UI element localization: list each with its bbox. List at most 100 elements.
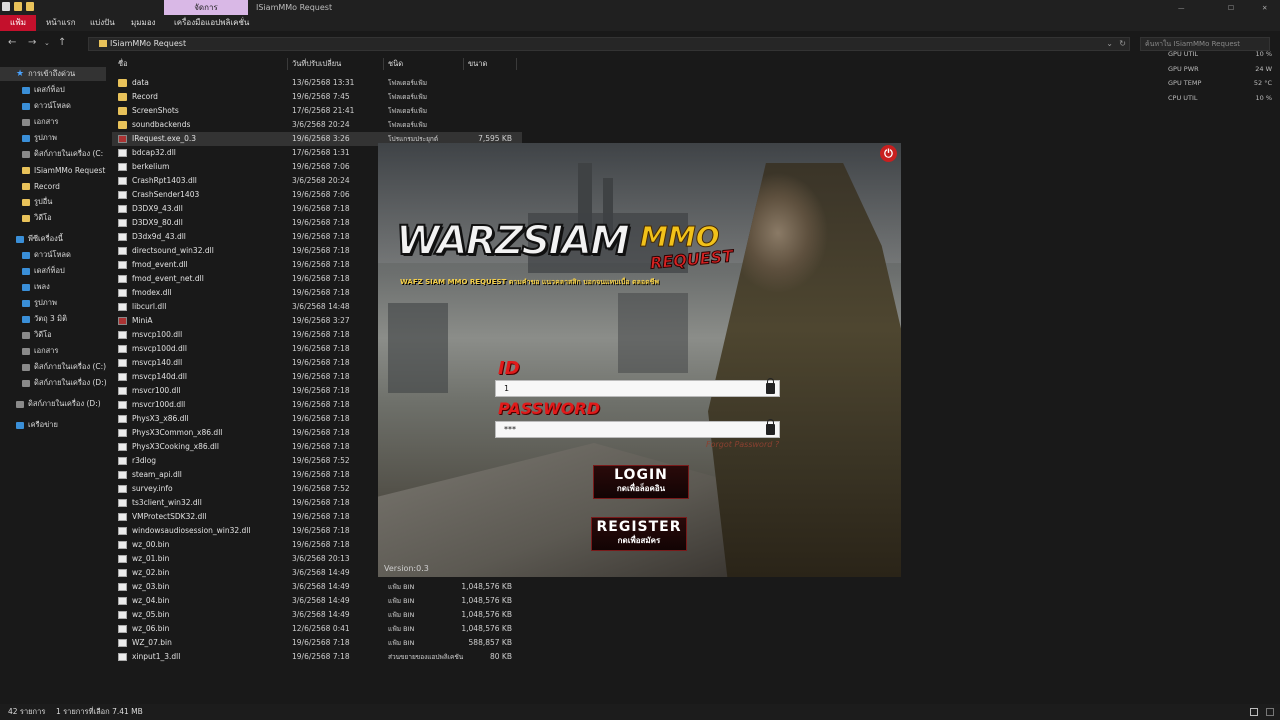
file-row[interactable]: Record 19/6/2568 7:45 โฟลเดอร์แฟ้ม [112, 90, 522, 104]
file-row[interactable]: WZ_07.bin 19/6/2568 7:18 แฟ้ม BIN 588,857 K… [112, 636, 522, 650]
file-name: wz_01.bin [132, 554, 170, 563]
documents-icon [22, 118, 30, 126]
minimize-button[interactable]: — [1178, 4, 1185, 12]
file-row[interactable]: xinput1_3.dll 19/6/2568 7:18 ส่วนขยายของแอ… [112, 650, 522, 664]
column-header-size[interactable]: ขนาด [468, 56, 487, 72]
file-type: โฟลเดอร์แฟ้ม [388, 121, 427, 129]
dropdown-chevron-icon[interactable]: ⌄ [1106, 38, 1113, 50]
file-row[interactable]: wz_06.bin 12/6/2568 0:41 แฟ้ม BIN 1,048,576… [112, 622, 522, 636]
sidebar-item-documents[interactable]: เอกสาร [22, 115, 58, 129]
tiles-view-icon[interactable] [1266, 708, 1274, 716]
file-row[interactable]: wz_04.bin 3/6/2568 14:49 แฟ้ม BIN 1,048,576… [112, 594, 522, 608]
file-name: PhysX3Cooking_x86.dll [132, 442, 219, 451]
logo-main-text: WARZSIAM [395, 217, 631, 265]
new-folder-icon[interactable] [26, 2, 34, 11]
sidebar-item-drive-d[interactable]: ดิสก์ภายในเครื่อง (D:) [16, 397, 101, 411]
recent-chevron-icon[interactable]: ⌄ [44, 39, 50, 47]
videos-icon [22, 331, 30, 339]
column-header-type[interactable]: ชนิด [388, 56, 403, 72]
file-row[interactable]: ScreenShots 17/6/2568 21:41 โฟลเดอร์แฟ้ม [112, 104, 522, 118]
sidebar-item-videos-quick[interactable]: วิดีโอ [22, 211, 52, 225]
file-name: Record [132, 92, 158, 101]
file-row[interactable]: soundbackends 3/6/2568 20:24 โฟลเดอร์แฟ้ม [112, 118, 522, 132]
file-size: 1,048,576 KB [461, 624, 512, 633]
path-text: ISiamMMo Request [110, 39, 187, 48]
refresh-icon[interactable]: ↻ [1119, 38, 1126, 50]
sidebar-item-3d-objects[interactable]: วัตถุ 3 มิติ [22, 312, 67, 326]
sidebar-item-desktop[interactable]: เดสก์ท็อป [22, 83, 65, 97]
sidebar-item-pc-downloads[interactable]: ดาวน์โหลด [22, 248, 71, 262]
perf-row: GPU TEMP 52 °C [1168, 79, 1272, 87]
folder-icon[interactable] [14, 2, 22, 11]
tab-file[interactable]: แฟ้ม [0, 15, 36, 31]
sidebar-item-this-pc[interactable]: พีซีเครื่องนี้ [16, 232, 63, 246]
sidebar-item-record[interactable]: Record [22, 179, 60, 193]
sidebar-item-isiammmo[interactable]: ISiamMMo Request [22, 163, 105, 177]
desktop-icon [22, 86, 30, 94]
tab-share[interactable]: แบ่งปัน [90, 15, 115, 31]
file-size: 1,048,576 KB [461, 610, 512, 619]
tab-application-tools[interactable]: เครื่องมือแอปพลิเคชั่น [174, 15, 249, 31]
logo-tagline: WAFZ SIAM MMO REQUEST ตามคำขอ แนวคลาสสิก… [400, 278, 659, 286]
sidebar-item-other-pictures[interactable]: รูปอื่น [22, 195, 52, 209]
power-close-icon[interactable]: ⏻ [880, 145, 897, 162]
sidebar-item-pc-desktop[interactable]: เดสก์ท็อป [22, 264, 65, 278]
search-input[interactable]: ค้นหาใน ISiamMMo Request [1140, 37, 1270, 51]
download-icon [22, 102, 30, 110]
file-name: windowsaudiosession_win32.dll [132, 526, 251, 535]
file-icon [118, 163, 127, 171]
column-header-date[interactable]: วันที่ปรับเปลี่ยน [292, 56, 341, 72]
column-divider[interactable] [287, 58, 288, 70]
sidebar-item-music[interactable]: เพลง [22, 280, 50, 294]
manage-context-tab[interactable]: จัดการ [164, 0, 248, 15]
column-divider[interactable] [463, 58, 464, 70]
file-name: MiniA [132, 316, 153, 325]
file-icon [118, 387, 127, 395]
sidebar-item-pc-pictures[interactable]: รูปภาพ [22, 296, 57, 310]
file-date: 19/6/2568 7:52 [292, 456, 350, 465]
file-row[interactable]: data 13/6/2568 13:31 โฟลเดอร์แฟ้ม [112, 76, 522, 90]
sidebar-item-pc-documents[interactable]: เอกสาร [22, 344, 58, 358]
close-button[interactable]: ✕ [1262, 4, 1267, 12]
folder-icon [118, 107, 127, 115]
password-field[interactable]: *** [495, 419, 780, 438]
file-icon [118, 457, 127, 465]
sidebar-item-downloads[interactable]: ดาวน์โหลด [22, 99, 71, 113]
status-bar: 42 รายการ 1 รายการที่เลือก 7.41 MB [0, 704, 1280, 720]
file-icon [118, 261, 127, 269]
file-name: wz_06.bin [132, 624, 170, 633]
id-field[interactable]: 1 [495, 378, 780, 397]
tab-home[interactable]: หน้าแรก [46, 15, 76, 31]
details-view-icon[interactable] [1250, 708, 1258, 716]
sidebar-item-drive-c[interactable]: ดิสก์ภายในเครื่อง (C: [22, 147, 103, 161]
perf-row: GPU UTIL 10 % [1168, 50, 1272, 58]
id-value: 1 [504, 384, 510, 393]
column-divider[interactable] [383, 58, 384, 70]
address-path[interactable]: ISiamMMo Request ⌄ ↻ [88, 37, 1130, 51]
login-label: LOGIN [614, 467, 668, 483]
ribbon-tabs: แฟ้ม หน้าแรก แบ่งปัน มุมมอง เครื่องมือแอ… [0, 15, 1280, 31]
file-row[interactable]: wz_05.bin 3/6/2568 14:49 แฟ้ม BIN 1,048,576… [112, 608, 522, 622]
file-date: 3/6/2568 20:24 [292, 176, 350, 185]
login-button[interactable]: LOGIN กดเพื่อล็อคอิน [593, 465, 689, 499]
register-button[interactable]: REGISTER กดเพื่อสมัคร [591, 517, 687, 551]
sidebar-item-pc-videos[interactable]: วิดีโอ [22, 328, 52, 342]
window-title: ISiamMMo Request [256, 3, 333, 12]
pc-icon [16, 235, 24, 243]
maximize-button[interactable]: ☐ [1228, 4, 1234, 12]
forward-arrow-icon[interactable]: → [28, 37, 36, 48]
sidebar-item-pictures[interactable]: รูปภาพ [22, 131, 57, 145]
column-header-name[interactable]: ชื่อ [118, 56, 128, 72]
sidebar-item-network[interactable]: เครือข่าย [16, 418, 58, 432]
file-name: libcurl.dll [132, 302, 167, 311]
back-arrow-icon[interactable]: ← [8, 37, 16, 48]
file-name: msvcp100.dll [132, 330, 183, 339]
sidebar-item-quick-access[interactable]: ★ การเข้าถึงด่วน [0, 67, 106, 81]
file-row[interactable]: wz_03.bin 3/6/2568 14:49 แฟ้ม BIN 1,048,576… [112, 580, 522, 594]
tab-view[interactable]: มุมมอง [131, 15, 156, 31]
up-arrow-icon[interactable]: ↑ [58, 37, 66, 48]
forgot-password-link[interactable]: Forgot Password ? [706, 440, 779, 449]
sidebar-item-pc-drive-c[interactable]: ดิสก์ภายในเครื่อง (C:) [22, 360, 106, 374]
column-divider[interactable] [516, 58, 517, 70]
sidebar-item-pc-drive-d[interactable]: ดิสก์ภายในเครื่อง (D:) [22, 376, 107, 390]
